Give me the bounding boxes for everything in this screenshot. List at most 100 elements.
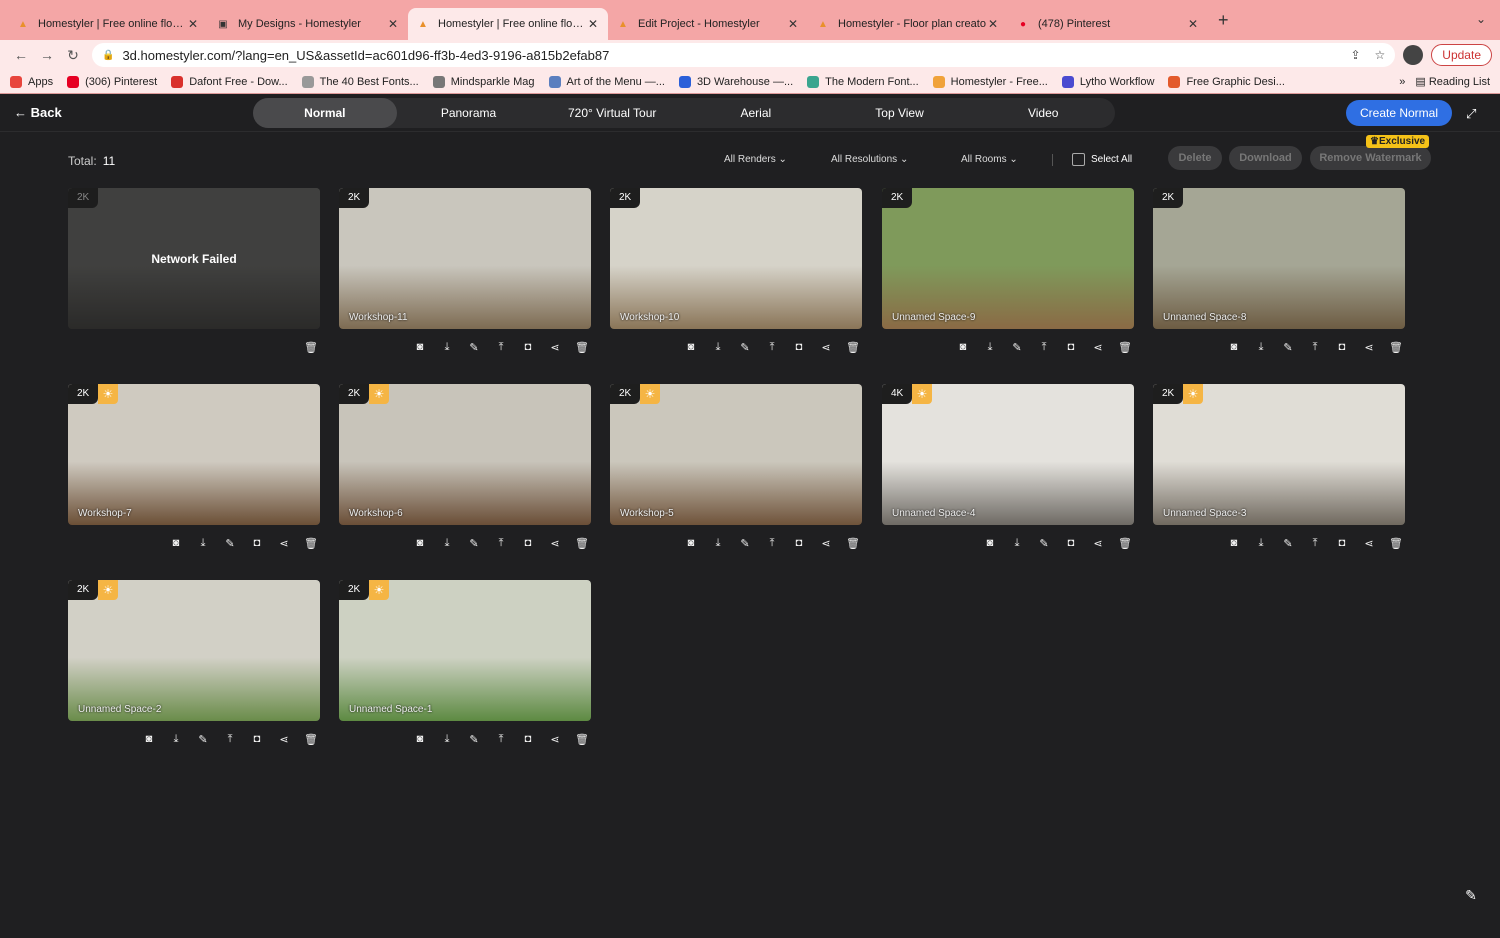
delete-icon[interactable]: 🗑 xyxy=(575,536,589,550)
bookmark-item[interactable]: Art of the Menu —... xyxy=(548,75,665,88)
retouch-icon[interactable]: ◙ xyxy=(1227,340,1241,354)
url-field[interactable]: 🔒 3d.homestyler.com/?lang=en_US&assetId=… xyxy=(92,43,1396,67)
delete-icon[interactable]: 🗑 xyxy=(1389,536,1403,550)
filter-rooms-dropdown[interactable]: All Rooms ⌄ xyxy=(961,154,1018,165)
retouch-icon[interactable]: ◙ xyxy=(413,340,427,354)
upload-icon[interactable]: ⤒ xyxy=(223,732,237,746)
edit-icon[interactable]: ✎ xyxy=(1281,536,1295,550)
tab-search-icon[interactable]: ⌄ xyxy=(1476,12,1486,26)
upload-icon[interactable]: ⤒ xyxy=(1037,340,1051,354)
render-thumbnail[interactable]: 4K ☀ Unnamed Space-4 xyxy=(882,384,1134,525)
delete-icon[interactable]: 🗑 xyxy=(1389,340,1403,354)
download-icon[interactable]: ⤓ xyxy=(1010,536,1024,550)
edit-icon[interactable]: ✎ xyxy=(467,340,481,354)
upload-icon[interactable]: ⤒ xyxy=(494,732,508,746)
close-tab-icon[interactable]: ✕ xyxy=(386,17,400,31)
save-icon[interactable]: ◘ xyxy=(792,340,806,354)
bookmark-star-icon[interactable]: ☆ xyxy=(1375,48,1386,62)
save-icon[interactable]: ◘ xyxy=(1335,340,1349,354)
bookmark-item[interactable]: Free Graphic Desi... xyxy=(1168,75,1285,88)
more-bookmarks-button[interactable]: » xyxy=(1399,76,1405,88)
mode-tab[interactable]: 720° Virtual Tour xyxy=(540,98,684,128)
share-icon[interactable]: ⋖ xyxy=(277,732,291,746)
retouch-icon[interactable]: ◙ xyxy=(956,340,970,354)
mode-tab[interactable]: Video xyxy=(971,98,1115,128)
edit-icon[interactable]: ✎ xyxy=(196,732,210,746)
retouch-icon[interactable]: ◙ xyxy=(684,536,698,550)
save-icon[interactable]: ◘ xyxy=(521,536,535,550)
bookmark-item[interactable]: 3D Warehouse —... xyxy=(678,75,793,88)
delete-icon[interactable]: 🗑 xyxy=(304,536,318,550)
forward-arrow-icon[interactable]: → xyxy=(34,47,60,63)
browser-tab[interactable]: ▲ Homestyler - Floor plan creato ✕ xyxy=(808,8,1008,40)
render-thumbnail[interactable]: 2K Unnamed Space-8 xyxy=(1153,188,1405,329)
close-tab-icon[interactable]: ✕ xyxy=(1186,17,1200,31)
render-thumbnail[interactable]: 2K ☀ Unnamed Space-1 xyxy=(339,580,591,721)
download-icon[interactable]: ⤓ xyxy=(196,536,210,550)
profile-avatar[interactable] xyxy=(1403,45,1424,65)
save-icon[interactable]: ◘ xyxy=(1064,340,1078,354)
create-normal-button[interactable]: Create Normal xyxy=(1346,100,1452,126)
close-tab-icon[interactable]: ✕ xyxy=(586,17,600,31)
close-tab-icon[interactable]: ✕ xyxy=(186,17,200,31)
delete-icon[interactable]: 🗑 xyxy=(846,536,860,550)
delete-icon[interactable]: 🗑 xyxy=(1118,536,1132,550)
edit-icon[interactable]: ✎ xyxy=(467,536,481,550)
retouch-icon[interactable]: ◙ xyxy=(684,340,698,354)
download-icon[interactable]: ⤓ xyxy=(711,536,725,550)
edit-icon[interactable]: ✎ xyxy=(467,732,481,746)
save-icon[interactable]: ◘ xyxy=(521,732,535,746)
save-icon[interactable]: ◘ xyxy=(1335,536,1349,550)
mode-tab[interactable]: Normal xyxy=(253,98,397,128)
render-thumbnail[interactable]: 2K Unnamed Space-9 xyxy=(882,188,1134,329)
save-icon[interactable]: ◘ xyxy=(521,340,535,354)
browser-tab[interactable]: ▣ My Designs - Homestyler ✕ xyxy=(208,8,408,40)
edit-icon[interactable]: ✎ xyxy=(1010,340,1024,354)
back-arrow-icon[interactable]: ← xyxy=(8,47,34,63)
render-thumbnail[interactable]: 2K Workshop-10 xyxy=(610,188,862,329)
bookmark-item[interactable]: (306) Pinterest xyxy=(67,75,157,88)
delete-icon[interactable]: 🗑 xyxy=(575,732,589,746)
browser-tab[interactable]: ▲ Edit Project - Homestyler ✕ xyxy=(608,8,808,40)
delete-icon[interactable]: 🗑 xyxy=(304,732,318,746)
share-icon[interactable]: ⋖ xyxy=(1091,536,1105,550)
edit-icon[interactable]: ✎ xyxy=(738,536,752,550)
save-icon[interactable]: ◘ xyxy=(250,732,264,746)
render-thumbnail[interactable]: 2K ☀ Unnamed Space-3 xyxy=(1153,384,1405,525)
download-icon[interactable]: ⤓ xyxy=(711,340,725,354)
mode-tab[interactable]: Aerial xyxy=(684,98,828,128)
render-thumbnail[interactable]: 2K ☀ Workshop-6 xyxy=(339,384,591,525)
retouch-icon[interactable]: ◙ xyxy=(983,536,997,550)
share-icon[interactable]: ⋖ xyxy=(277,536,291,550)
bookmark-item[interactable]: Mindsparkle Mag xyxy=(432,75,535,88)
mode-tab[interactable]: Panorama xyxy=(397,98,541,128)
download-button[interactable]: Download xyxy=(1229,146,1302,170)
download-icon[interactable]: ⤓ xyxy=(440,536,454,550)
download-icon[interactable]: ⤓ xyxy=(983,340,997,354)
retouch-icon[interactable]: ◙ xyxy=(413,732,427,746)
delete-icon[interactable]: 🗑 xyxy=(575,340,589,354)
close-tab-icon[interactable]: ✕ xyxy=(986,17,1000,31)
update-button[interactable]: Update xyxy=(1431,44,1492,66)
edit-icon[interactable]: ✎ xyxy=(738,340,752,354)
share-icon[interactable]: ⋖ xyxy=(819,340,833,354)
save-icon[interactable]: ◘ xyxy=(792,536,806,550)
upload-icon[interactable]: ⤒ xyxy=(1308,536,1322,550)
upload-icon[interactable]: ⤒ xyxy=(494,340,508,354)
reading-list-button[interactable]: ▤ Reading List xyxy=(1415,75,1490,88)
bookmark-item[interactable]: The Modern Font... xyxy=(807,75,919,88)
save-icon[interactable]: ◘ xyxy=(250,536,264,550)
remove-watermark-button[interactable]: Remove Watermark xyxy=(1310,146,1431,170)
retouch-icon[interactable]: ◙ xyxy=(413,536,427,550)
filter-renders-dropdown[interactable]: All Renders ⌄ xyxy=(724,154,787,165)
retouch-icon[interactable]: ◙ xyxy=(169,536,183,550)
retouch-icon[interactable]: ◙ xyxy=(142,732,156,746)
feedback-icon[interactable]: ✎ xyxy=(1460,884,1482,906)
retouch-icon[interactable]: ◙ xyxy=(1227,536,1241,550)
render-thumbnail[interactable]: 2K Workshop-11 xyxy=(339,188,591,329)
share-page-icon[interactable]: ⇪ xyxy=(1350,48,1360,62)
delete-icon[interactable]: 🗑 xyxy=(1118,340,1132,354)
render-thumbnail[interactable]: 2K ☀ Unnamed Space-2 xyxy=(68,580,320,721)
share-icon[interactable]: ⋖ xyxy=(1091,340,1105,354)
edit-icon[interactable]: ✎ xyxy=(1281,340,1295,354)
